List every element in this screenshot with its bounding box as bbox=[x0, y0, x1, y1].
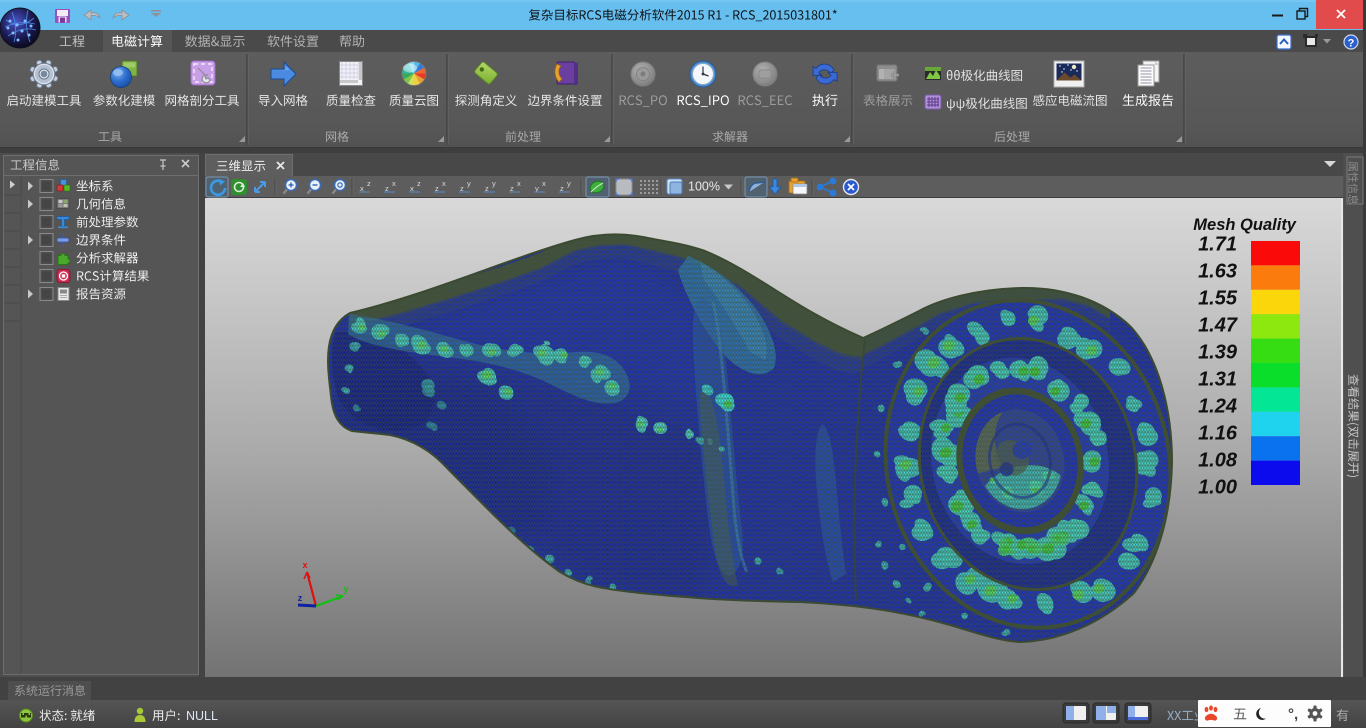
svg-text:°,: °, bbox=[1288, 706, 1298, 723]
svg-text:1.39: 1.39 bbox=[1198, 342, 1238, 364]
svg-text:y: y bbox=[343, 584, 348, 594]
svg-text:1.55: 1.55 bbox=[1198, 288, 1238, 310]
svg-text:x: x bbox=[302, 560, 307, 570]
svg-text:1.00: 1.00 bbox=[1198, 477, 1237, 499]
svg-text:100%: 100% bbox=[688, 180, 720, 194]
svg-text:1.24: 1.24 bbox=[1198, 396, 1237, 418]
svg-text:x: x bbox=[542, 179, 546, 188]
svg-text:x: x bbox=[442, 179, 446, 188]
svg-text:NULL: NULL bbox=[186, 709, 218, 723]
svg-text:1.47: 1.47 bbox=[1198, 315, 1238, 337]
svg-text:Mesh Quality: Mesh Quality bbox=[1193, 216, 1297, 234]
svg-text:x: x bbox=[517, 179, 521, 188]
svg-text:z: z bbox=[367, 179, 371, 188]
svg-text:1.16: 1.16 bbox=[1198, 423, 1238, 445]
svg-text:1.08: 1.08 bbox=[1198, 450, 1238, 472]
svg-text:1.71: 1.71 bbox=[1198, 234, 1237, 256]
svg-text:1.31: 1.31 bbox=[1198, 369, 1237, 391]
svg-text:y: y bbox=[567, 179, 571, 188]
svg-text:1.63: 1.63 bbox=[1198, 261, 1237, 283]
svg-text:?: ? bbox=[1348, 38, 1355, 50]
svg-text:z: z bbox=[298, 593, 303, 603]
svg-text:y: y bbox=[467, 179, 471, 188]
svg-text:y: y bbox=[492, 179, 496, 188]
svg-text:z: z bbox=[417, 179, 421, 188]
svg-text:x: x bbox=[392, 179, 396, 188]
